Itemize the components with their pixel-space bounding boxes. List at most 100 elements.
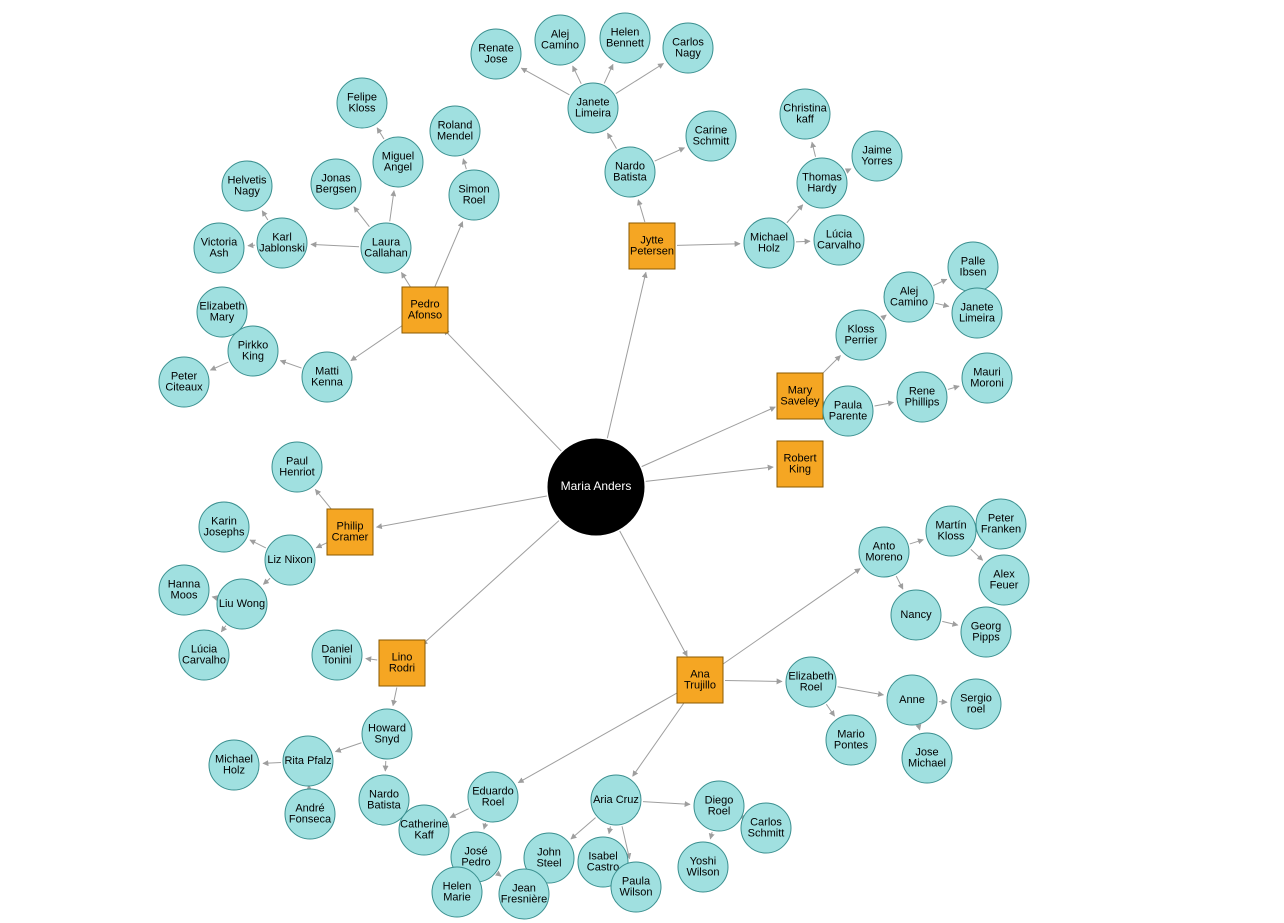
node-andre[interactable]: AndréFonseca	[285, 789, 335, 839]
node-shape[interactable]	[979, 555, 1029, 605]
node-liu[interactable]: Liu Wong	[217, 579, 267, 629]
node-peterf[interactable]: PeterFranken	[976, 499, 1026, 549]
node-shape[interactable]	[951, 679, 1001, 729]
node-rita[interactable]: Rita Pfalz	[283, 736, 333, 786]
node-shape[interactable]	[265, 535, 315, 585]
node-shape[interactable]	[312, 630, 362, 680]
node-klossp[interactable]: KlossPerrier	[836, 310, 886, 360]
node-shape[interactable]	[629, 223, 675, 269]
node-shape[interactable]	[430, 106, 480, 156]
node-paul[interactable]: PaulHenriot	[272, 442, 322, 492]
node-shape[interactable]	[780, 89, 830, 139]
node-shape[interactable]	[814, 215, 864, 265]
node-lino[interactable]: LinoRodri	[379, 640, 425, 686]
node-shape[interactable]	[402, 287, 448, 333]
node-shape[interactable]	[362, 709, 412, 759]
node-thomas[interactable]: ThomasHardy	[797, 158, 847, 208]
node-shape[interactable]	[468, 772, 518, 822]
node-shape[interactable]	[859, 527, 909, 577]
node-shape[interactable]	[836, 310, 886, 360]
node-helvetis[interactable]: HelvetisNagy	[222, 161, 272, 211]
node-liz[interactable]: Liz Nixon	[265, 535, 315, 585]
node-shape[interactable]	[159, 357, 209, 407]
node-alexf[interactable]: AlexFeuer	[979, 555, 1029, 605]
node-nardo[interactable]: NardoBatista	[605, 147, 655, 197]
node-shape[interactable]	[568, 83, 618, 133]
node-shape[interactable]	[686, 111, 736, 161]
node-hanna[interactable]: HannaMoos	[159, 565, 209, 615]
node-janete[interactable]: JaneteLimeira	[568, 83, 618, 133]
node-shape[interactable]	[852, 131, 902, 181]
node-howard[interactable]: HowardSnyd	[362, 709, 412, 759]
node-yoshi[interactable]: YoshiWilson	[678, 842, 728, 892]
node-shape[interactable]	[432, 867, 482, 917]
node-simon[interactable]: SimonRoel	[449, 170, 499, 220]
node-shape[interactable]	[891, 590, 941, 640]
node-shape[interactable]	[283, 736, 333, 786]
node-peterc[interactable]: PeterCiteaux	[159, 357, 209, 407]
node-shape[interactable]	[399, 805, 449, 855]
node-shape[interactable]	[744, 218, 794, 268]
node-shape[interactable]	[777, 373, 823, 419]
node-shape[interactable]	[826, 715, 876, 765]
node-shape[interactable]	[217, 579, 267, 629]
node-shape[interactable]	[777, 441, 823, 487]
node-mary[interactable]: MarySaveley	[777, 373, 823, 419]
node-jonas[interactable]: JonasBergsen	[311, 159, 361, 209]
node-shape[interactable]	[272, 442, 322, 492]
node-helenb[interactable]: HelenBennett	[600, 13, 650, 63]
node-root[interactable]: Maria Anders	[548, 439, 644, 535]
node-roland[interactable]: RolandMendel	[430, 106, 480, 156]
node-sergio[interactable]: Sergioroel	[951, 679, 1001, 729]
node-robert[interactable]: RobertKing	[777, 441, 823, 487]
node-lucia2[interactable]: LúciaCarvalho	[179, 630, 229, 680]
node-rene[interactable]: RenePhillips	[897, 372, 947, 422]
node-mario[interactable]: MarioPontes	[826, 715, 876, 765]
node-shape[interactable]	[311, 159, 361, 209]
node-elizmary[interactable]: ElizabethMary	[197, 287, 247, 337]
node-alej1[interactable]: AlejCamino	[535, 15, 585, 65]
node-alej2[interactable]: AlejCamino	[884, 272, 934, 322]
node-shape[interactable]	[786, 657, 836, 707]
node-shape[interactable]	[327, 509, 373, 555]
node-shape[interactable]	[591, 775, 641, 825]
node-shape[interactable]	[499, 869, 549, 919]
node-pedro[interactable]: PedroAfonso	[402, 287, 448, 333]
node-christina[interactable]: Christinakaff	[780, 89, 830, 139]
node-shape[interactable]	[678, 842, 728, 892]
node-palle[interactable]: PalleIbsen	[948, 242, 998, 292]
node-miguel[interactable]: MiguelAngel	[373, 137, 423, 187]
node-diego[interactable]: DiegoRoel	[694, 781, 744, 831]
network-graph[interactable]: Maria AndersPedroAfonsoJyttePetersenMary…	[0, 0, 1284, 923]
node-carloss[interactable]: CarlosSchmitt	[741, 803, 791, 853]
node-jaime[interactable]: JaimeYorres	[852, 131, 902, 181]
node-shape[interactable]	[285, 789, 335, 839]
node-josem[interactable]: JoseMichael	[902, 733, 952, 783]
node-elizr[interactable]: ElizabethRoel	[786, 657, 836, 707]
node-karin[interactable]: KarinJosephs	[199, 502, 249, 552]
node-shape[interactable]	[962, 353, 1012, 403]
node-georg[interactable]: GeorgPipps	[961, 607, 1011, 657]
node-victoria[interactable]: VictoriaAsh	[194, 223, 244, 273]
node-philip[interactable]: PhilipCramer	[327, 509, 373, 555]
node-shape[interactable]	[449, 170, 499, 220]
node-lucia1[interactable]: LúciaCarvalho	[814, 215, 864, 265]
node-carine[interactable]: CarineSchmitt	[686, 111, 736, 161]
node-shape[interactable]	[194, 223, 244, 273]
node-shape[interactable]	[976, 499, 1026, 549]
node-helenm[interactable]: HelenMarie	[432, 867, 482, 917]
node-shape[interactable]	[361, 223, 411, 273]
node-shape[interactable]	[797, 158, 847, 208]
node-shape[interactable]	[257, 218, 307, 268]
node-shape[interactable]	[952, 288, 1002, 338]
node-daniel[interactable]: DanielTonini	[312, 630, 362, 680]
node-nancy[interactable]: Nancy	[891, 590, 941, 640]
node-michaelh[interactable]: MichaelHolz	[744, 218, 794, 268]
node-janete2[interactable]: JaneteLimeira	[952, 288, 1002, 338]
node-shape[interactable]	[741, 803, 791, 853]
node-shape[interactable]	[535, 15, 585, 65]
node-shape[interactable]	[897, 372, 947, 422]
node-shape[interactable]	[887, 675, 937, 725]
node-ana[interactable]: AnaTrujillo	[677, 657, 723, 703]
node-shape[interactable]	[823, 386, 873, 436]
